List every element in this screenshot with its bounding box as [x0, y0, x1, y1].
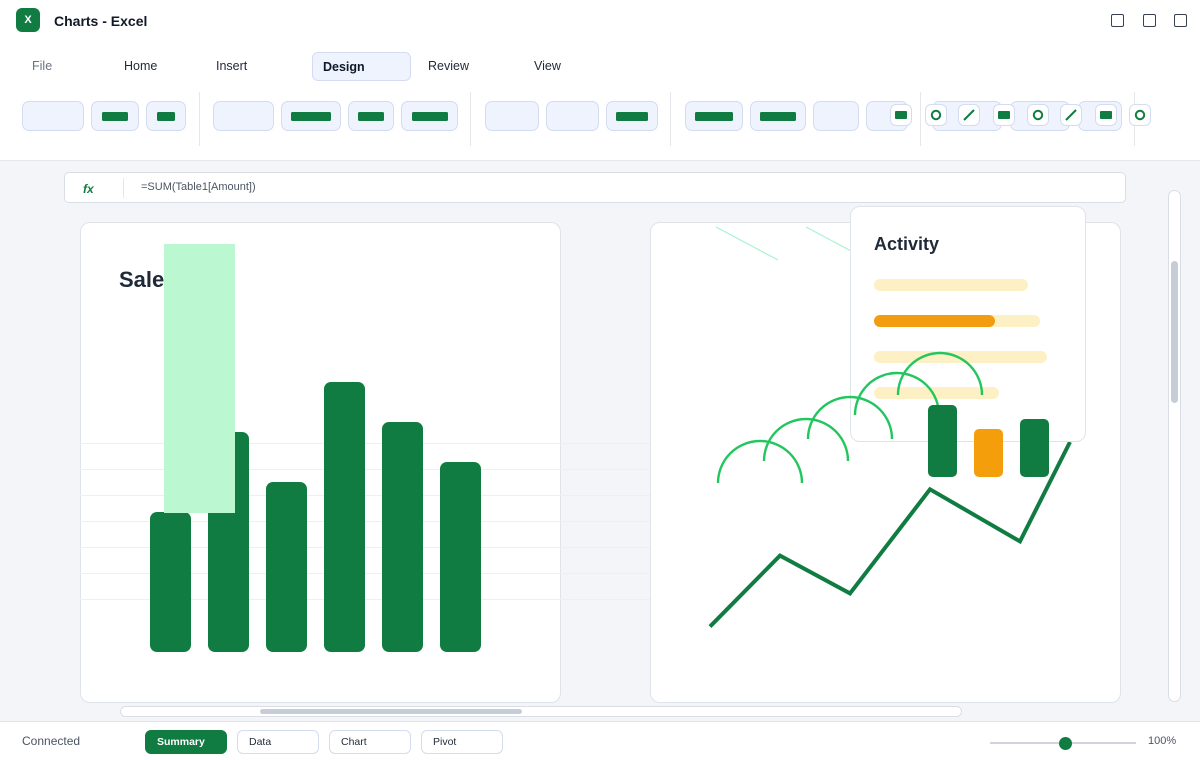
activity-title: Activity — [874, 234, 940, 254]
sales-chart-card[interactable]: Sale — [80, 222, 561, 703]
ribbon-button[interactable] — [146, 101, 186, 131]
ribbon: File Home Insert Design Review View — [0, 42, 1200, 161]
horizontal-scrollbar[interactable] — [120, 706, 962, 717]
ribbon-button[interactable] — [546, 101, 599, 131]
fx-icon[interactable]: fx — [83, 182, 94, 196]
activity-progress-bar — [874, 387, 999, 399]
gridline — [80, 443, 685, 444]
marker-circle-icon[interactable] — [1129, 104, 1151, 126]
tab-home[interactable]: Home — [114, 52, 167, 81]
ribbon-bar-icon — [291, 111, 331, 121]
zoom-level: 100% — [1148, 735, 1177, 747]
gridline — [80, 469, 685, 470]
marker-circle-icon[interactable] — [925, 104, 947, 126]
gridline — [80, 495, 685, 496]
gridline — [80, 573, 685, 574]
ribbon-divider — [470, 92, 471, 146]
ribbon-button[interactable] — [22, 101, 84, 131]
ribbon-bar-icon — [157, 111, 175, 121]
window-title: Charts - Excel — [54, 13, 148, 29]
ribbon-divider — [199, 92, 200, 146]
tab-design[interactable]: Design — [312, 52, 411, 81]
chart-element-icon[interactable] — [993, 104, 1015, 126]
sheet-tab-data[interactable]: Data — [237, 730, 319, 754]
ribbon-button[interactable] — [213, 101, 274, 131]
gridline — [80, 521, 685, 522]
tab-view[interactable]: View — [524, 52, 571, 81]
status-bar: Connected Summary Data Chart Pivot 100% — [0, 721, 1200, 760]
connection-status: Connected — [22, 734, 81, 748]
ribbon-bar-icon — [760, 111, 796, 121]
ribbon-bar-icon — [358, 111, 384, 121]
ribbon-button[interactable] — [813, 101, 859, 131]
chart-element-icon[interactable] — [1095, 104, 1117, 126]
ribbon-button[interactable] — [606, 101, 658, 131]
marker-circle-icon[interactable] — [1027, 104, 1049, 126]
sheet-tab-summary[interactable]: Summary — [145, 730, 227, 754]
ribbon-button[interactable] — [685, 101, 743, 131]
activity-progress-bar — [874, 315, 1040, 327]
line-chart-icon[interactable] — [1060, 104, 1082, 126]
close-icon[interactable] — [1174, 14, 1187, 27]
sales-chart-title: Sale — [119, 267, 165, 292]
vertical-scroll-thumb[interactable] — [1171, 261, 1178, 403]
tab-review[interactable]: Review — [418, 52, 479, 81]
ribbon-button[interactable] — [281, 101, 341, 131]
ribbon-button[interactable] — [485, 101, 539, 131]
ribbon-button[interactable] — [401, 101, 458, 131]
formula-text[interactable]: =SUM(Table1[Amount]) — [141, 181, 256, 193]
zoom-slider-thumb[interactable] — [1059, 737, 1072, 750]
tab-file[interactable]: File — [22, 52, 62, 81]
activity-progress-bar — [874, 351, 1047, 363]
tab-insert[interactable]: Insert — [206, 52, 257, 81]
maximize-icon[interactable] — [1143, 14, 1156, 27]
sheet-tab-chart[interactable]: Chart — [329, 730, 411, 754]
ribbon-divider — [670, 92, 671, 146]
sheet-tab-pivot[interactable]: Pivot — [421, 730, 503, 754]
ribbon-button[interactable] — [91, 101, 139, 131]
vertical-scrollbar[interactable] — [1168, 190, 1181, 702]
formula-separator — [123, 178, 124, 198]
ribbon-divider — [920, 92, 921, 146]
ribbon-bar-icon — [411, 111, 448, 121]
formula-bar[interactable]: fx =SUM(Table1[Amount]) — [64, 172, 1126, 203]
gridline — [80, 547, 685, 548]
title-bar: X Charts - Excel — [0, 0, 1200, 42]
minimize-icon[interactable] — [1111, 14, 1124, 27]
progress-fill — [874, 315, 996, 327]
ribbon-button[interactable] — [348, 101, 394, 131]
chart-element-icon[interactable] — [890, 104, 912, 126]
activity-progress-bar — [874, 279, 1028, 291]
ribbon-bar-icon — [695, 111, 733, 121]
line-chart-icon[interactable] — [958, 104, 980, 126]
gridline — [80, 599, 685, 600]
excel-app-icon: X — [16, 8, 40, 32]
ribbon-bar-icon — [616, 111, 648, 121]
activity-popup[interactable]: Activity — [850, 206, 1086, 442]
horizontal-scroll-thumb[interactable] — [260, 709, 522, 714]
ribbon-button[interactable] — [750, 101, 806, 131]
ribbon-bar-icon — [102, 111, 128, 121]
